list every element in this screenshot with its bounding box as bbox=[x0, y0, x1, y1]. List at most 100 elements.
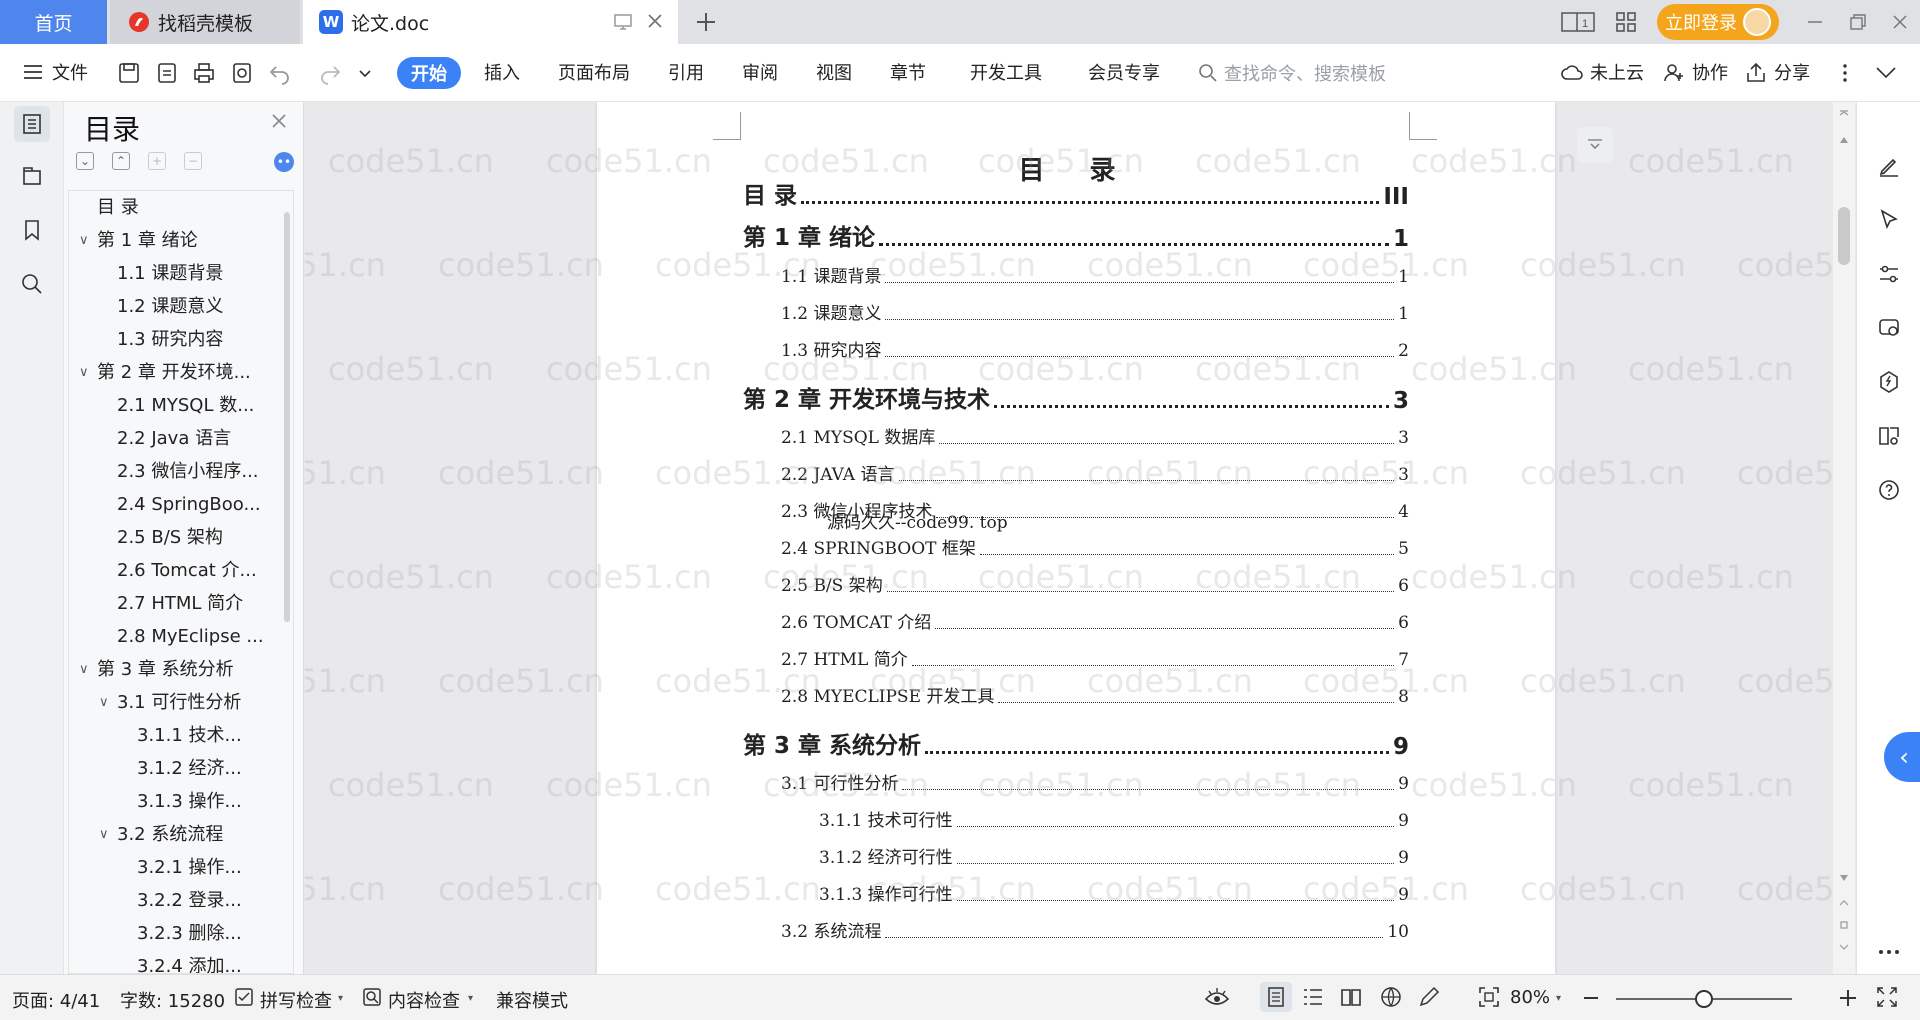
outline-item[interactable]: 目 录 bbox=[97, 193, 283, 223]
outline-item[interactable]: 2.2 Java 语言 bbox=[117, 424, 283, 454]
toc-entry[interactable]: 第 1 章 绪论 1 bbox=[743, 218, 1409, 252]
undo-icon[interactable] bbox=[268, 61, 292, 85]
pen-edit-icon[interactable] bbox=[1871, 148, 1907, 184]
cloud-status[interactable]: 未上云 bbox=[1590, 59, 1644, 85]
outline-item[interactable]: 3.2 系统流程 bbox=[117, 820, 283, 850]
toc-entry[interactable]: 2.1 MYSQL 数据库 3 bbox=[781, 423, 1409, 448]
close-panel-icon[interactable] bbox=[270, 112, 288, 130]
outline-mode-icon[interactable] bbox=[1302, 987, 1324, 1007]
fit-page-icon[interactable] bbox=[1478, 986, 1500, 1008]
outline-item[interactable]: 3.2.4 添加... bbox=[137, 952, 283, 973]
content-check-button[interactable]: 内容检查 bbox=[388, 987, 460, 1013]
page-view-icon[interactable] bbox=[1260, 982, 1292, 1012]
read-mode-icon[interactable] bbox=[1340, 987, 1362, 1007]
toc-entry[interactable]: 1.3 研究内容 2 bbox=[781, 336, 1409, 361]
toc-entry[interactable]: 2.8 MYECLIPSE 开发工具 8 bbox=[781, 682, 1409, 707]
outline-item[interactable]: 2.4 SpringBoo... bbox=[117, 490, 283, 520]
new-tab-icon[interactable] bbox=[694, 10, 718, 34]
add-heading-icon[interactable]: + bbox=[148, 152, 166, 170]
toc-entry[interactable]: 目 录 III bbox=[743, 176, 1409, 210]
outline-item[interactable]: 第 1 章 绪论 bbox=[97, 226, 283, 256]
outline-item[interactable]: 2.7 HTML 简介 bbox=[117, 589, 283, 619]
outline-item[interactable]: 2.6 Tomcat 介... bbox=[117, 556, 283, 586]
toc-entry[interactable]: 2.5 B/S 架构 6 bbox=[781, 571, 1409, 596]
screen-icon[interactable] bbox=[613, 12, 633, 32]
tab-chapter[interactable]: 章节 bbox=[890, 59, 926, 85]
word-count[interactable]: 字数: 15280 bbox=[120, 987, 225, 1013]
settings-sliders-icon[interactable] bbox=[1871, 256, 1907, 292]
toc-entry[interactable]: 2.7 HTML 简介 7 bbox=[781, 645, 1409, 670]
restore-icon[interactable] bbox=[1848, 12, 1868, 32]
expand-sidebar-button[interactable]: ‹ bbox=[1884, 732, 1920, 782]
spell-dropdown-icon[interactable]: ▾ bbox=[338, 993, 343, 1004]
toc-entry[interactable]: 3.1 可行性分析 9 bbox=[781, 769, 1409, 794]
zoom-level[interactable]: 80% bbox=[1510, 987, 1550, 1008]
outline-item[interactable]: 3.2.3 删除... bbox=[137, 919, 283, 949]
toc-entry[interactable]: 2.4 SPRINGBOOT 框架 5 bbox=[781, 534, 1409, 559]
chapter-nav-icon[interactable] bbox=[14, 158, 50, 194]
collapse-caret-icon[interactable]: ∨ bbox=[79, 358, 89, 388]
tab-page-layout[interactable]: 页面布局 bbox=[558, 59, 630, 85]
ai-compass-icon[interactable] bbox=[1871, 364, 1907, 400]
outline-item[interactable]: 3.1.2 经济... bbox=[137, 754, 283, 784]
tab-document[interactable]: W 论文.doc bbox=[303, 0, 678, 44]
doc-tools-icon[interactable] bbox=[1871, 310, 1907, 346]
select-cursor-icon[interactable] bbox=[1871, 202, 1907, 238]
more-vertical-icon[interactable] bbox=[1840, 61, 1850, 85]
collapse-caret-icon[interactable]: ∨ bbox=[99, 820, 109, 850]
redo-icon[interactable] bbox=[318, 61, 342, 85]
toc-entry[interactable]: 1.2 课题意义 1 bbox=[781, 299, 1409, 324]
select-browse-icon[interactable] bbox=[1839, 920, 1849, 930]
vertical-scrollbar[interactable] bbox=[1833, 102, 1855, 974]
document-page[interactable]: 目 录 目 录 III 第 1 章 绪论 1 1.1 课题背景 1 1.2 课题意义 1 1.3… bbox=[597, 102, 1555, 974]
scroll-up-icon[interactable] bbox=[1839, 136, 1849, 144]
toc-entry[interactable]: 3.2 系统流程 10 bbox=[781, 917, 1409, 942]
toc-entry[interactable]: 第 2 章 开发环境与技术 3 bbox=[743, 380, 1409, 414]
toc-entry[interactable]: 3.1.2 经济可行性 9 bbox=[819, 843, 1409, 868]
scroll-down-icon[interactable] bbox=[1839, 874, 1849, 882]
tab-developer[interactable]: 开发工具 bbox=[970, 59, 1042, 85]
collapse-all-icon[interactable]: ⌃ bbox=[112, 152, 130, 170]
tab-view[interactable]: 视图 bbox=[816, 59, 852, 85]
collapse-caret-icon[interactable]: ∨ bbox=[79, 226, 89, 256]
command-search[interactable]: 查找命令、搜索模板 bbox=[1198, 58, 1398, 88]
book-read-icon[interactable] bbox=[1871, 418, 1907, 454]
close-tab-icon[interactable] bbox=[645, 11, 665, 31]
next-page-icon[interactable] bbox=[1839, 942, 1849, 952]
floating-toolbar-button[interactable] bbox=[1577, 127, 1613, 163]
zoom-out-icon[interactable] bbox=[1582, 988, 1600, 1008]
collapse-caret-icon[interactable]: ∨ bbox=[79, 655, 89, 685]
print-preview-icon[interactable] bbox=[230, 61, 254, 85]
tab-review[interactable]: 审阅 bbox=[742, 59, 778, 85]
collab-button[interactable]: 协作 bbox=[1692, 59, 1728, 85]
minimize-icon[interactable] bbox=[1805, 12, 1825, 32]
scroll-top-icon[interactable] bbox=[1839, 108, 1849, 118]
close-window-icon[interactable] bbox=[1890, 12, 1910, 32]
outline-item[interactable]: 3.1 可行性分析 bbox=[117, 688, 283, 718]
outline-item[interactable]: 3.1.3 操作... bbox=[137, 787, 283, 817]
outline-item[interactable]: 第 2 章 开发环境... bbox=[97, 358, 283, 388]
outline-item[interactable]: 1.1 课题背景 bbox=[117, 259, 283, 289]
outline-item[interactable]: 2.5 B/S 架构 bbox=[117, 523, 283, 553]
save-icon[interactable] bbox=[117, 61, 141, 85]
page-count[interactable]: 页面: 4/41 bbox=[12, 987, 100, 1013]
toc-entry[interactable]: 1.1 课题背景 1 bbox=[781, 262, 1409, 287]
zoom-slider-handle[interactable] bbox=[1695, 990, 1713, 1008]
apps-grid-icon[interactable] bbox=[1614, 10, 1638, 34]
spell-check-button[interactable]: 拼写检查 bbox=[260, 987, 332, 1013]
bookmark-icon[interactable] bbox=[14, 212, 50, 248]
expand-all-icon[interactable]: ⌄ bbox=[76, 152, 94, 170]
outline-scrollbar[interactable] bbox=[284, 212, 290, 622]
prev-page-icon[interactable] bbox=[1839, 898, 1849, 908]
more-horizontal-icon[interactable] bbox=[1871, 934, 1907, 970]
remove-heading-icon[interactable]: − bbox=[184, 152, 202, 170]
outline-item[interactable]: 1.3 研究内容 bbox=[117, 325, 283, 355]
toc-entry[interactable]: 第 3 章 系统分析 9 bbox=[743, 726, 1409, 760]
outline-item[interactable]: 第 3 章 系统分析 bbox=[97, 655, 283, 685]
web-mode-icon[interactable] bbox=[1380, 986, 1402, 1008]
outline-item[interactable]: 3.2.2 登录... bbox=[137, 886, 283, 916]
tab-start[interactable]: 开始 bbox=[397, 57, 461, 89]
login-button[interactable]: 立即登录 bbox=[1657, 4, 1779, 40]
help-icon[interactable] bbox=[1871, 472, 1907, 508]
scroll-thumb[interactable] bbox=[1838, 207, 1850, 265]
